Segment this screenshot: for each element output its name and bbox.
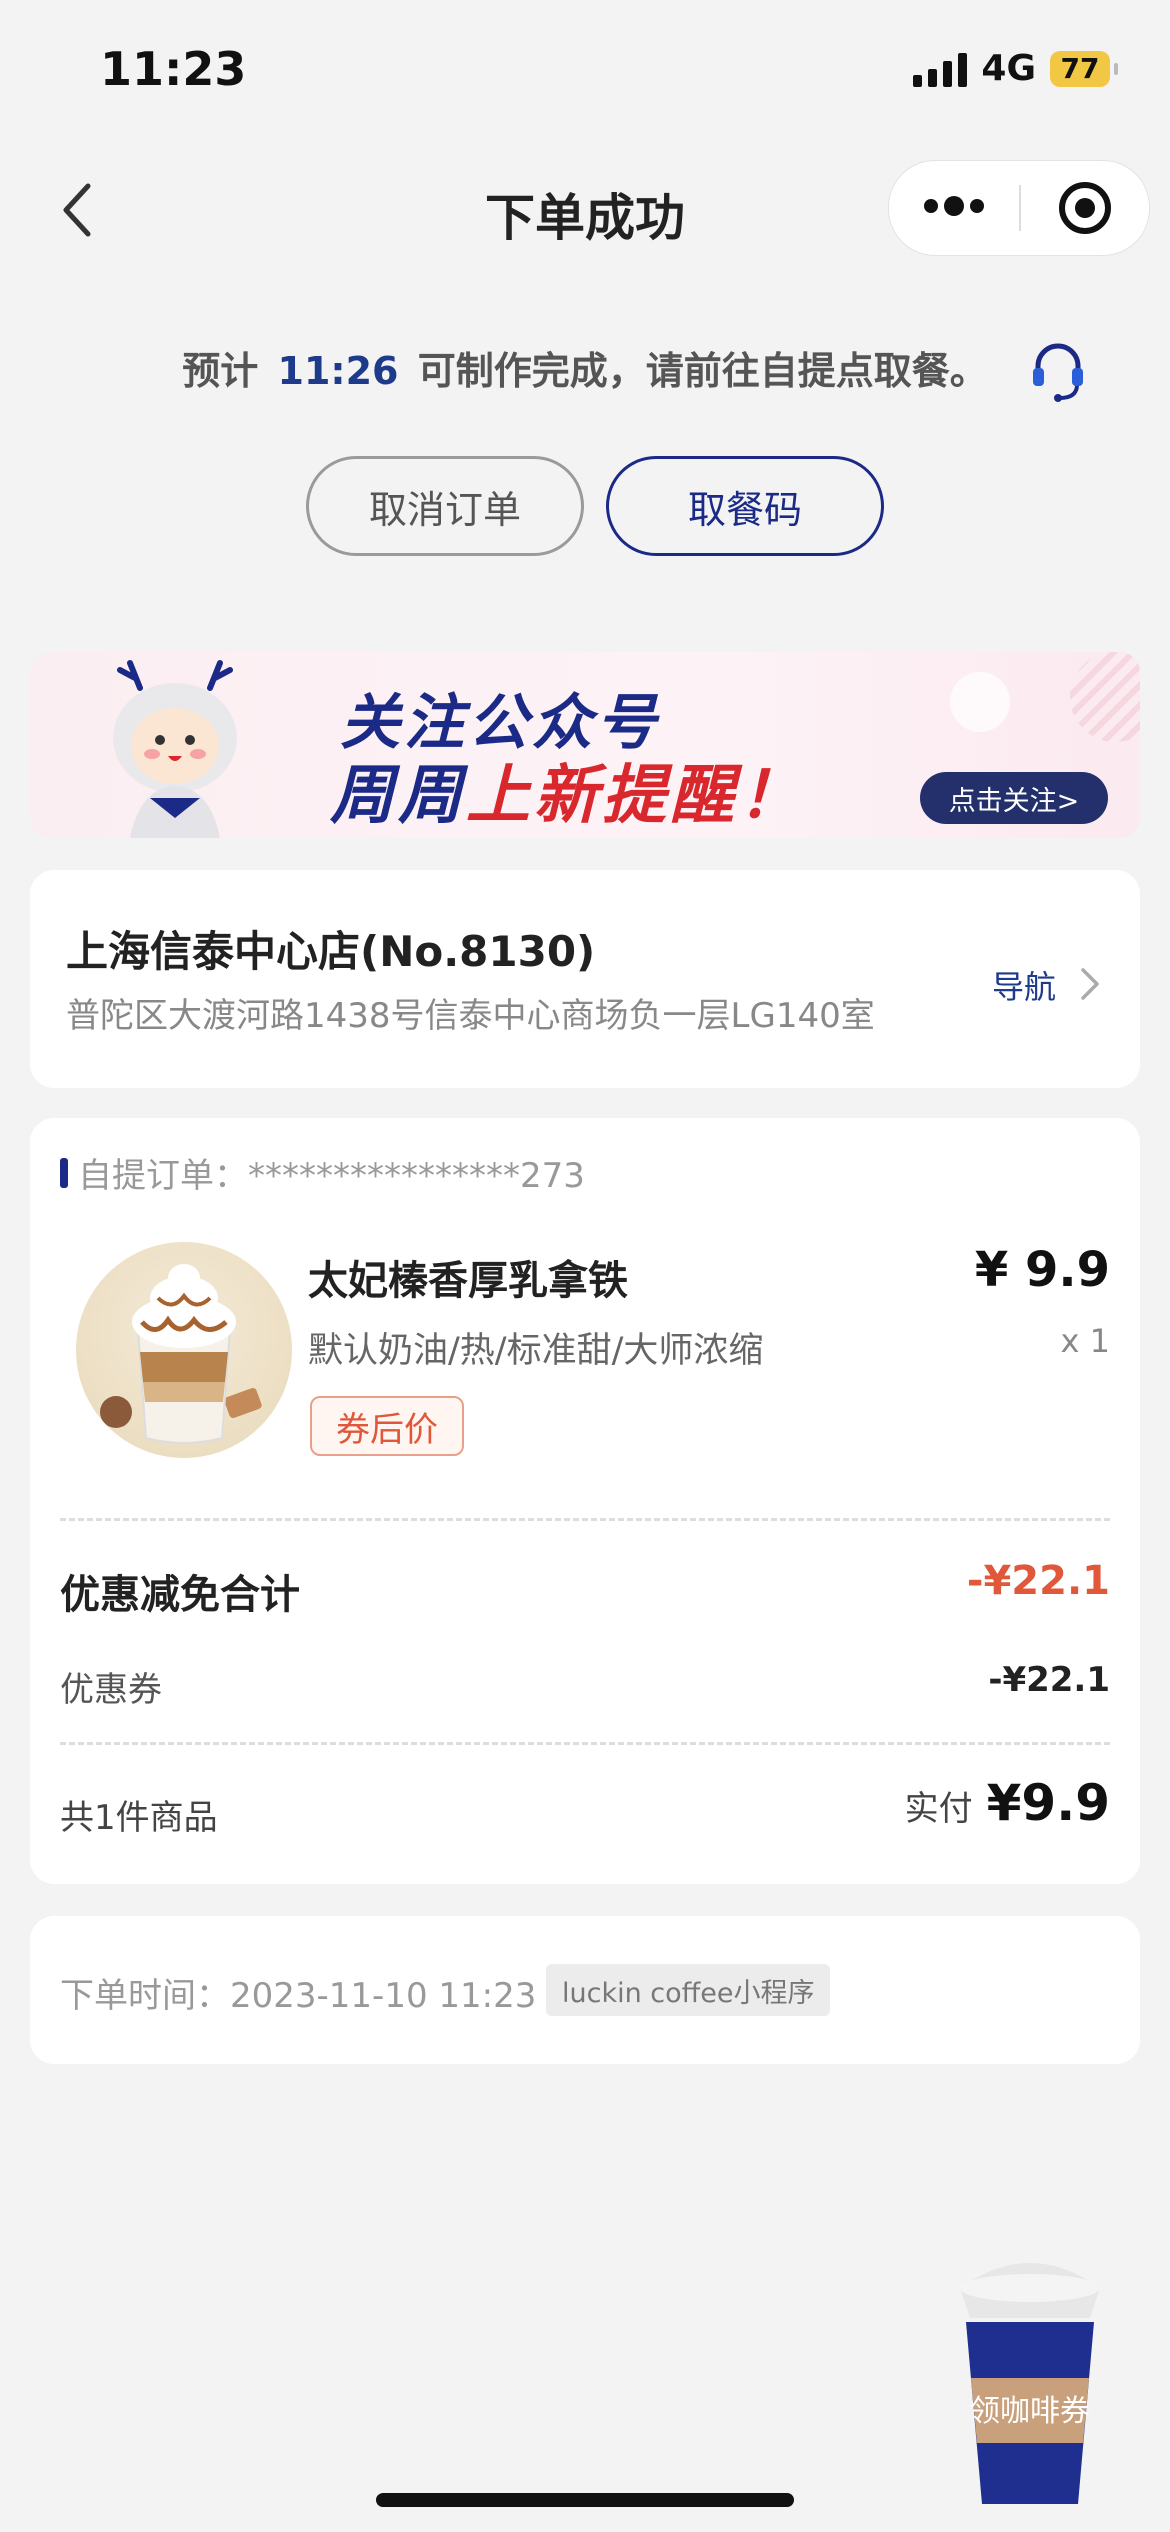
divider: [60, 1742, 1110, 1745]
deer-mascot-icon: [113, 660, 237, 838]
product-quantity: x 1: [1060, 1322, 1110, 1360]
more-button[interactable]: [889, 194, 1019, 222]
order-time-card: 下单时间：2023-11-10 11:23 luckin coffee小程序: [30, 1916, 1140, 2064]
close-button[interactable]: [1021, 180, 1149, 236]
source-badge: luckin coffee小程序: [546, 1964, 831, 2016]
paid-value: ¥9.9: [986, 1774, 1110, 1832]
estimate-text: 预计 11:26 可制作完成，请前往自提点取餐。: [0, 340, 1170, 395]
store-address: 普陀区大渡河路1438号信泰中心商场负一层LG140室: [66, 996, 875, 1036]
signal-icon: [913, 51, 968, 87]
paid-amount: 实付 ¥9.9: [905, 1774, 1110, 1832]
product-price: ¥ 9.9: [974, 1242, 1110, 1298]
navigate-link[interactable]: 导航: [992, 962, 1056, 1008]
coffee-coupon-label: 领咖啡券: [970, 2394, 1090, 2429]
banner-line2-b: 上新提醒！: [466, 759, 806, 833]
network-type: 4G: [981, 48, 1036, 89]
order-time: 下单时间：2023-11-10 11:23: [60, 1976, 537, 2016]
battery-icon: 77: [1050, 50, 1118, 87]
coffee-coupon-float-button[interactable]: 领咖啡券: [940, 2248, 1120, 2508]
order-number-value: ****************273: [248, 1156, 585, 1196]
order-accent-bar: [60, 1158, 68, 1188]
follow-button[interactable]: 点击关注>: [920, 772, 1108, 824]
discount-total: -¥22.1: [966, 1558, 1110, 1604]
divider: [60, 1518, 1110, 1521]
product-name: 太妃榛香厚乳拿铁: [308, 1258, 628, 1304]
chevron-right-icon[interactable]: [1078, 966, 1102, 1002]
follow-banner[interactable]: 关注公众号 周周上新提醒！ 点击关注>: [30, 652, 1140, 838]
estimate-time: 11:26: [277, 349, 399, 393]
estimate-suffix: 可制作完成，请前往自提点取餐。: [417, 349, 988, 393]
paid-label: 实付: [904, 1789, 973, 1829]
banner-decoration: [1070, 652, 1140, 742]
pickup-code-button[interactable]: 取餐码: [606, 456, 884, 556]
discount-title: 优惠减免合计: [60, 1572, 300, 1618]
order-label: 自提订单：: [78, 1156, 248, 1196]
estimate-prefix: 预计: [182, 349, 259, 393]
mini-program-capsule: [888, 160, 1150, 256]
cancel-order-button[interactable]: 取消订单: [306, 456, 584, 556]
coupon-label: 优惠券: [60, 1670, 162, 1710]
coupon-value: -¥22.1: [988, 1660, 1110, 1700]
latte-cup-icon: [100, 1264, 262, 1444]
product-spec: 默认奶油/热/标准甜/大师浓缩: [308, 1331, 764, 1371]
product-image: [76, 1242, 292, 1458]
home-indicator: [376, 2493, 794, 2507]
store-name: 上海信泰中心店(No.8130): [66, 927, 596, 976]
coffee-cup-icon: [960, 2263, 1100, 2504]
banner-decoration: [950, 672, 1010, 732]
status-indicators: 4G 77: [913, 48, 1118, 89]
store-card: 上海信泰中心店(No.8130) 普陀区大渡河路1438号信泰中心商场负一层LG…: [30, 870, 1140, 1088]
target-icon: [1059, 182, 1111, 234]
order-card: 自提订单：****************273 太妃榛香厚乳拿铁 默认奶油/热…: [30, 1118, 1140, 1884]
banner-line2-a: 周周: [330, 759, 466, 833]
after-coupon-tag: 券后价: [310, 1396, 464, 1456]
more-dots-icon: [924, 196, 984, 216]
order-number: 自提订单：****************273: [78, 1148, 585, 1197]
item-count: 共1件商品: [60, 1798, 218, 1838]
status-time: 11:23: [100, 42, 247, 96]
customer-service-icon[interactable]: [1030, 340, 1086, 404]
banner-line2: 周周上新提醒！: [330, 744, 806, 836]
